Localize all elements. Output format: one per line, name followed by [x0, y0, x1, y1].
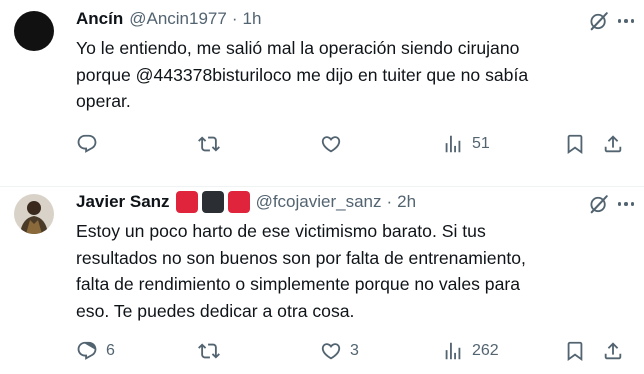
- tweet-actions: 51: [76, 132, 634, 156]
- red-square-emoji: [175, 191, 198, 213]
- retweet-button[interactable]: [198, 132, 228, 156]
- reply-button[interactable]: 6: [76, 339, 115, 363]
- tweet[interactable]: Javier Sanz @fcojavier_sanz · 2h Estoy u…: [0, 186, 644, 374]
- reply-icon: [77, 134, 97, 153]
- black-square-emoji: [201, 191, 224, 213]
- display-name[interactable]: Ancín: [76, 8, 123, 30]
- heart-icon: [321, 343, 341, 360]
- tweet-actions: 6 3 262: [76, 339, 634, 363]
- display-name[interactable]: Javier Sanz: [76, 191, 170, 213]
- avatar[interactable]: [14, 11, 54, 51]
- red-square-emoji: [227, 191, 250, 213]
- timestamp[interactable]: 2h: [397, 191, 416, 213]
- views-button[interactable]: 262: [442, 339, 499, 363]
- user-handle[interactable]: @Ancin1977: [129, 8, 227, 30]
- more-dots-icon[interactable]: [616, 10, 636, 32]
- share-icon: [604, 342, 622, 360]
- reply-button[interactable]: [76, 132, 106, 156]
- separator-dot: ·: [386, 192, 393, 211]
- heart-icon: [321, 136, 341, 153]
- views-chart-icon: [445, 135, 461, 153]
- bookmark-button[interactable]: [564, 339, 586, 363]
- tweet-header: Javier Sanz @fcojavier_sanz · 2h: [76, 191, 632, 213]
- retweet-icon: [198, 136, 220, 152]
- more-dots-icon[interactable]: [616, 193, 636, 215]
- reply-icon: [77, 341, 97, 360]
- avatar-photo: [14, 194, 54, 234]
- separator-dot: ·: [231, 9, 238, 28]
- user-handle[interactable]: @fcojavier_sanz: [256, 191, 382, 213]
- reply-count: 6: [106, 342, 115, 359]
- views-count: 51: [472, 135, 490, 152]
- views-count: 262: [472, 342, 499, 359]
- share-button[interactable]: [602, 339, 624, 363]
- avatar[interactable]: [14, 194, 54, 234]
- like-button[interactable]: 3: [320, 339, 359, 363]
- tweet[interactable]: Ancín @Ancin1977 · 1h Yo le entiendo, me…: [0, 0, 644, 186]
- grok-icon[interactable]: [588, 193, 610, 215]
- tweet-text: Yo le entiendo, me salió mal la operació…: [76, 38, 529, 111]
- share-button[interactable]: [602, 132, 624, 156]
- bookmark-icon: [567, 341, 583, 362]
- like-count: 3: [350, 342, 359, 359]
- timestamp[interactable]: 1h: [243, 8, 262, 30]
- like-button[interactable]: [320, 132, 350, 156]
- retweet-button[interactable]: [198, 339, 228, 363]
- bookmark-icon: [567, 134, 583, 155]
- grok-icon[interactable]: [588, 10, 610, 32]
- tweet-header: Ancín @Ancin1977 · 1h: [76, 8, 632, 30]
- views-button[interactable]: 51: [442, 132, 490, 156]
- name-emoji-flags: [175, 191, 250, 213]
- retweet-icon: [198, 343, 220, 359]
- views-chart-icon: [445, 342, 461, 360]
- bookmark-button[interactable]: [564, 132, 586, 156]
- share-icon: [604, 135, 622, 153]
- tweet-text: Estoy un poco harto de ese victimismo ba…: [76, 221, 526, 321]
